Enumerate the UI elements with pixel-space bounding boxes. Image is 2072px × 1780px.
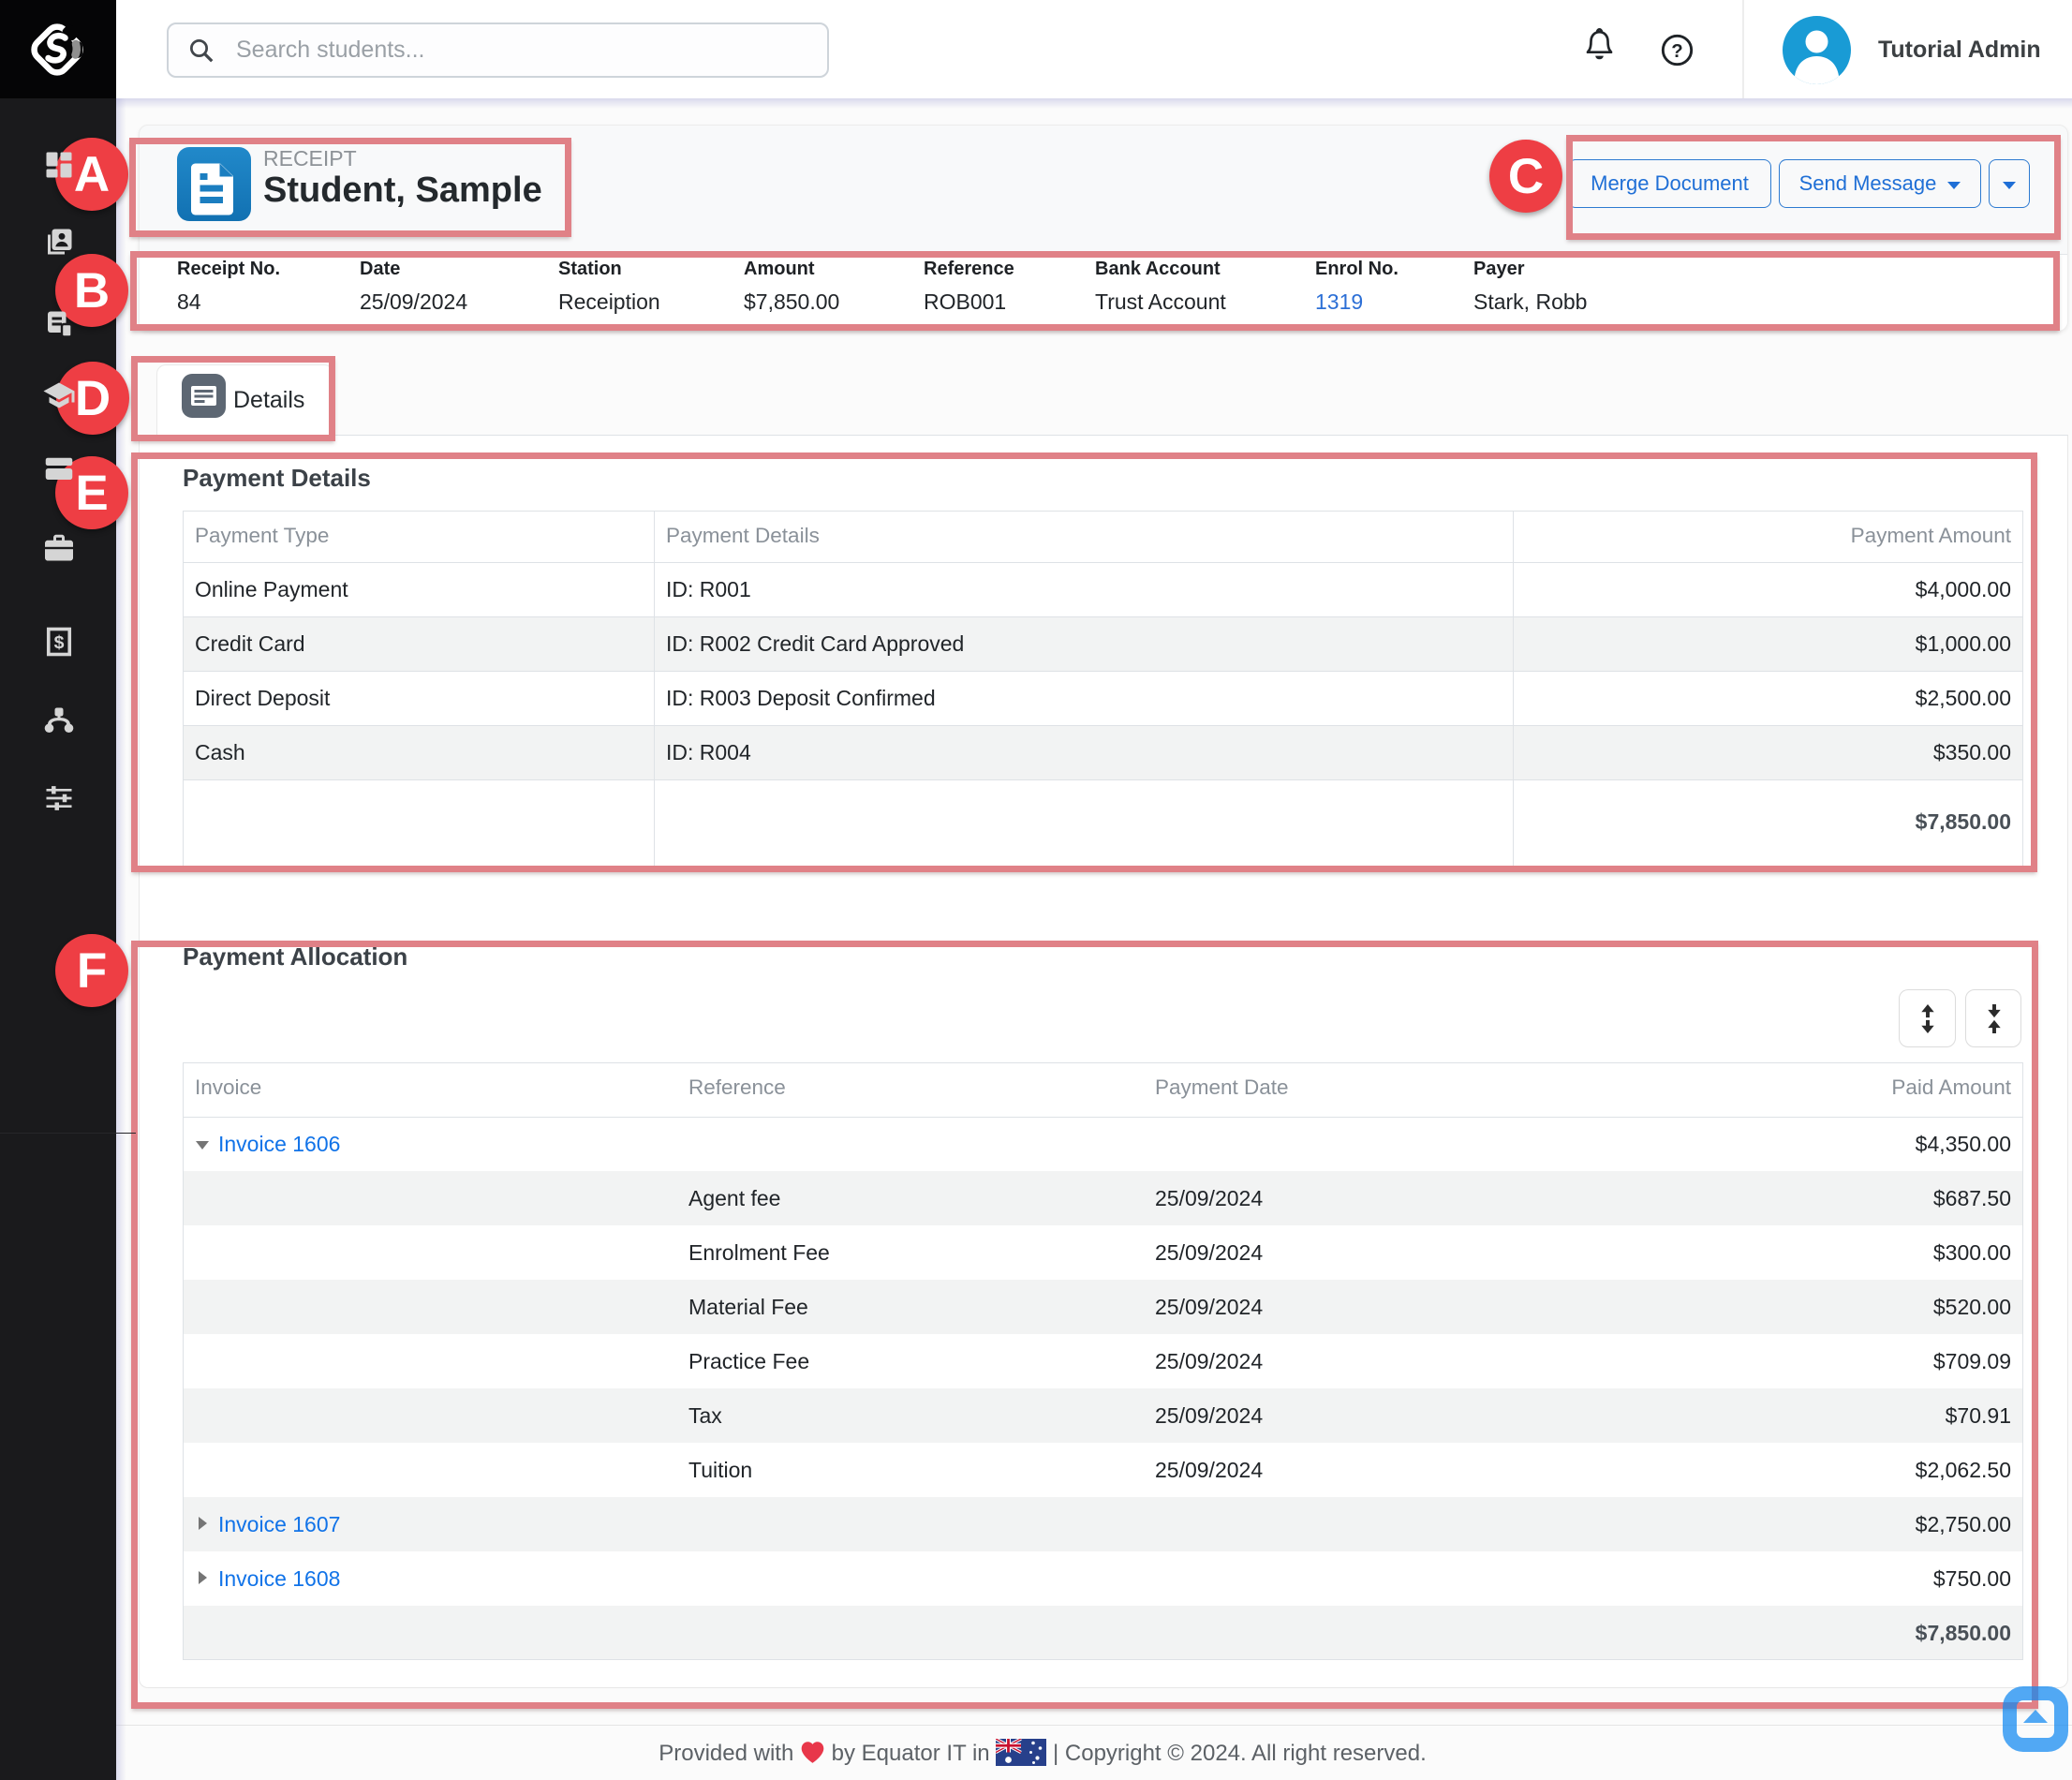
svg-text:?: ? xyxy=(1671,41,1682,62)
